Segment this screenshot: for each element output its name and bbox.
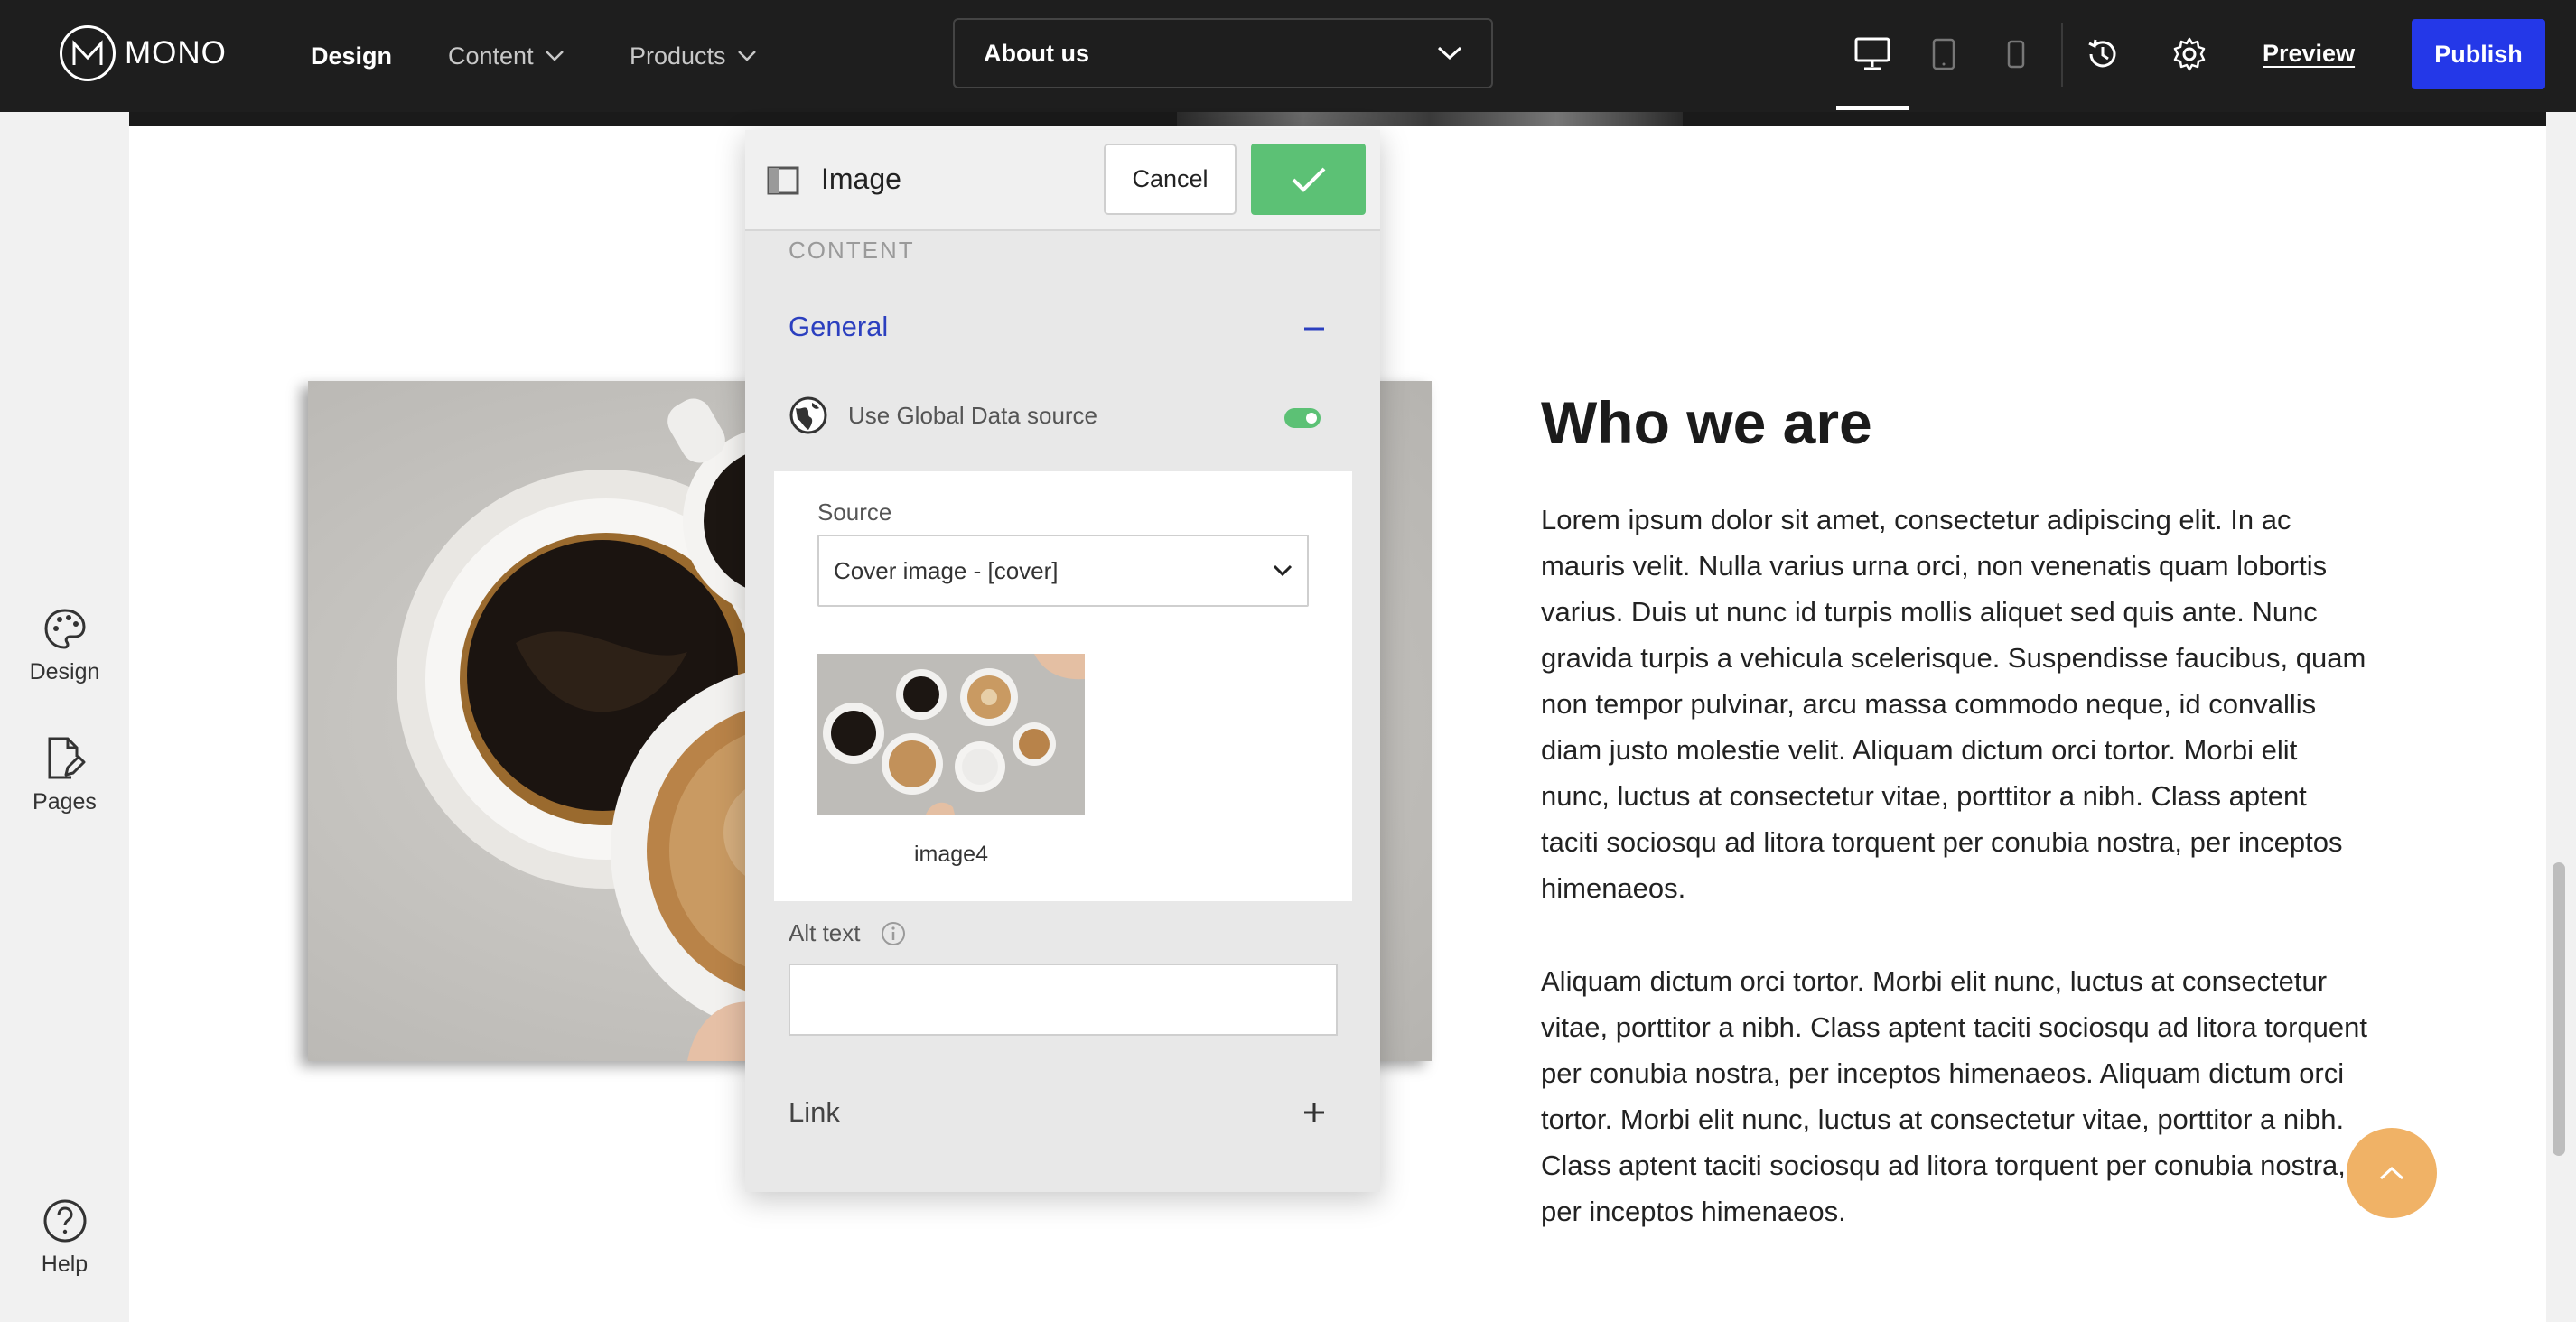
content-section-label: CONTENT [789, 237, 915, 264]
panel-title: Image [821, 163, 901, 195]
chevron-down-icon [737, 51, 756, 61]
logo-text: MONO [125, 35, 227, 70]
top-toolbar: MONO Design Content Products About us Pr… [0, 0, 2576, 112]
logo[interactable]: MONO [60, 22, 227, 85]
panel-layout-icon [767, 166, 799, 195]
preview-link[interactable]: Preview [2263, 40, 2355, 68]
scroll-to-top-button[interactable] [2347, 1128, 2437, 1218]
tablet-view-button[interactable] [1917, 27, 1971, 81]
global-data-source-row: Use Global Data source [789, 396, 1097, 435]
minus-icon [1304, 327, 1324, 330]
active-view-indicator [1836, 106, 1909, 110]
thumbnail-coffee-illustration [817, 654, 1085, 815]
confirm-button[interactable] [1251, 144, 1366, 215]
scrollbar-thumb[interactable] [2553, 862, 2565, 1156]
alt-text-input[interactable] [789, 964, 1338, 1036]
global-data-source-label: Use Global Data source [848, 401, 1098, 429]
sidebar-item-help-label: Help [41, 1252, 89, 1277]
desktop-icon [1854, 37, 1890, 70]
hero-image-strip [129, 112, 2546, 126]
nav-products-menu[interactable]: Products [630, 0, 757, 112]
help-icon [43, 1199, 86, 1243]
chevron-down-icon [545, 51, 564, 61]
global-data-source-toggle[interactable] [1284, 408, 1321, 428]
nav-content-menu[interactable]: Content [448, 0, 565, 112]
source-label: Source [817, 498, 892, 526]
page-selector-value: About us [984, 39, 1089, 67]
panel-header: Image Cancel [745, 130, 1380, 231]
section-paragraph-2: Aliquam dictum orci tortor. Morbi elit n… [1541, 965, 2367, 1227]
plus-icon [1304, 1103, 1324, 1122]
logo-mark-icon [60, 25, 116, 81]
nav-design[interactable]: Design [311, 0, 392, 112]
sidebar-item-design[interactable]: Design [0, 607, 129, 685]
sidebar-item-help[interactable]: Help [0, 1197, 129, 1278]
link-section-toggle[interactable]: Link [789, 1096, 840, 1129]
image-settings-panel: Image Cancel CONTENT General Use Global … [745, 130, 1380, 1192]
image-thumbnail[interactable] [817, 654, 1085, 815]
alt-text-row: Alt text [789, 919, 907, 947]
cancel-button[interactable]: Cancel [1104, 144, 1237, 215]
globe-icon [789, 396, 827, 434]
mobile-view-button[interactable] [1989, 27, 2043, 81]
tablet-icon [1932, 38, 1955, 70]
source-box: Source Cover image - [cover] image4 [774, 471, 1352, 901]
image-thumbnail-caption: image4 [914, 842, 988, 867]
chevron-up-icon [2379, 1166, 2404, 1180]
nav-products-label: Products [630, 42, 726, 70]
nav-content-label: Content [448, 42, 534, 70]
collapse-general-button[interactable] [1302, 316, 1327, 346]
settings-button[interactable] [2162, 27, 2217, 81]
source-select[interactable]: Cover image - [cover] [817, 535, 1309, 607]
checkmark-icon [1292, 167, 1325, 192]
page-edit-icon [48, 737, 85, 779]
toggle-knob [1306, 413, 1317, 424]
desktop-view-button[interactable] [1845, 27, 1899, 81]
palette-icon [43, 609, 86, 649]
left-sidebar: Design Pages Help [0, 112, 129, 1322]
section-paragraph-1: Lorem ipsum dolor sit amet, consectetur … [1541, 504, 2366, 904]
sidebar-item-pages[interactable]: Pages [0, 735, 129, 815]
info-icon[interactable] [880, 920, 907, 947]
history-button[interactable] [2076, 27, 2130, 81]
panel-dock-toggle[interactable] [767, 166, 799, 200]
chevron-down-icon [1437, 46, 1462, 61]
gear-icon [2173, 37, 2206, 71]
general-section-toggle[interactable]: General [789, 311, 888, 343]
section-heading: Who we are [1541, 389, 1872, 456]
toolbar-divider [2061, 23, 2063, 87]
publish-button[interactable]: Publish [2412, 19, 2545, 89]
chevron-down-icon [1273, 564, 1293, 577]
expand-link-button[interactable] [1302, 1100, 1327, 1130]
page-selector[interactable]: About us [953, 18, 1493, 88]
sidebar-item-design-label: Design [29, 659, 100, 684]
history-icon [2088, 39, 2116, 68]
mobile-icon [2007, 40, 2025, 69]
source-select-value: Cover image - [cover] [834, 556, 1059, 584]
nav-design-label: Design [311, 42, 393, 70]
alt-text-label: Alt text [789, 919, 861, 946]
sidebar-item-pages-label: Pages [33, 789, 97, 815]
